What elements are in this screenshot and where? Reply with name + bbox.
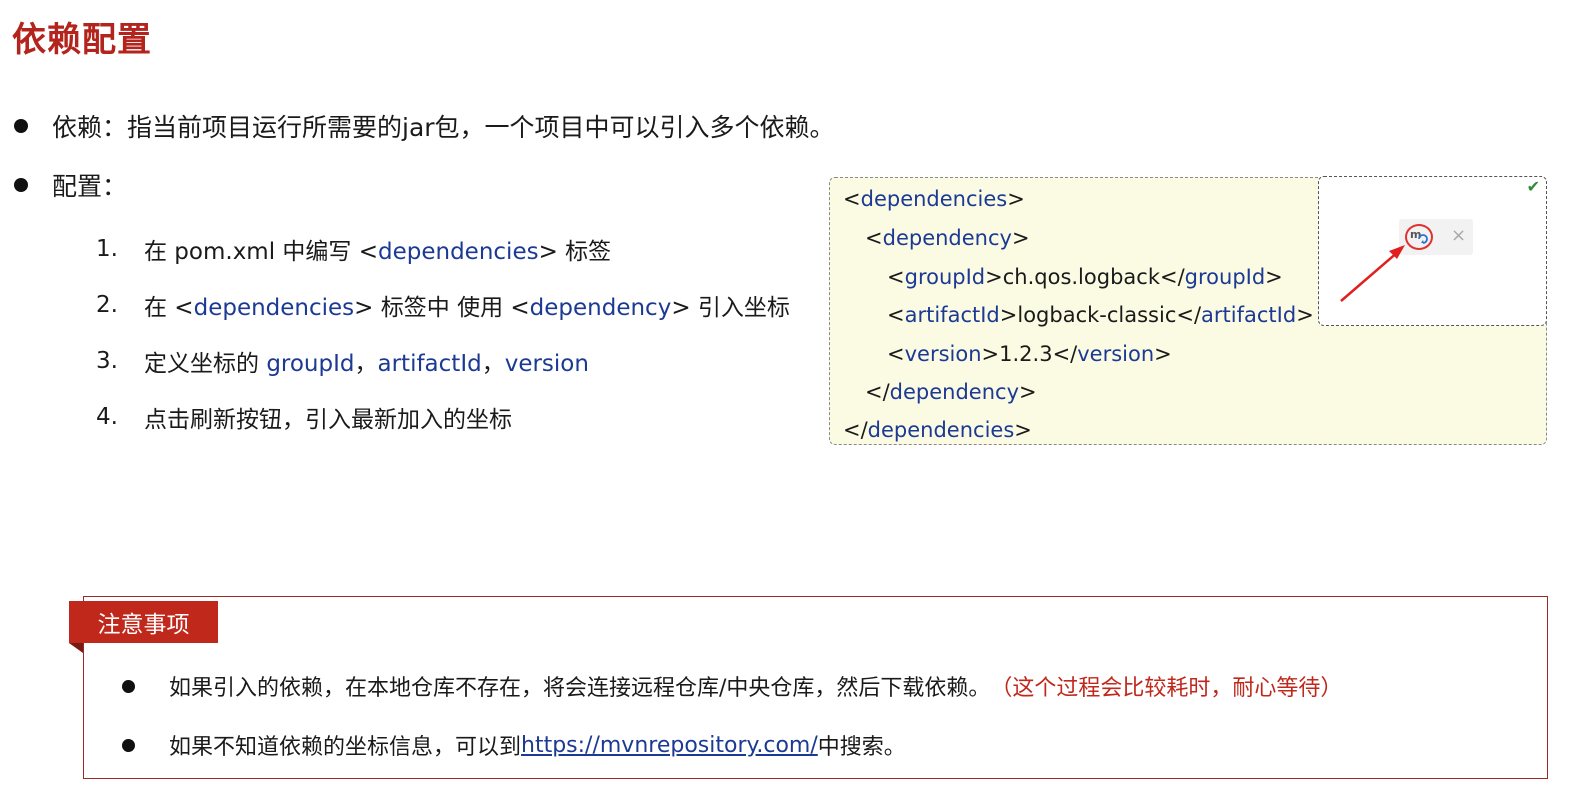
notice-text: 如果不知道依赖的坐标信息，可以到 (169, 735, 522, 760)
notice-text: 中搜索。 (817, 735, 906, 760)
pointer-arrow-icon (1340, 245, 1405, 302)
step-number: 3. (96, 348, 118, 374)
bullet-dot (14, 119, 28, 133)
step-item: 2. 在 <dependencies> 标签中 使用 <dependency> … (96, 277, 790, 333)
bullet-text: 依赖：指当前项目运行所需要的jar包，一个项目中可以引入多个依赖。 (52, 113, 835, 142)
notice-tag-fold (69, 643, 83, 653)
step-text: 在 <dependencies> 标签中 使用 <dependency> 引入坐… (144, 295, 790, 321)
step-item: 1. 在 pom.xml 中编写 <dependencies> 标签 (96, 221, 790, 277)
config-steps: 1. 在 pom.xml 中编写 <dependencies> 标签 2. 在 … (96, 221, 790, 445)
bullet-dot (122, 738, 135, 752)
step-text: 点击刷新按钮，引入最新加入的坐标 (144, 407, 512, 433)
check-icon: ✔ (1526, 177, 1540, 196)
notice-tag: 注意事项 (69, 601, 218, 643)
maven-popup: ✔ m × (1318, 176, 1547, 326)
step-text: 定义坐标的 groupId，artifactId，version (144, 351, 589, 377)
mvnrepository-link[interactable]: https://mvnrepository.com/ (521, 733, 818, 758)
step-item: 3. 定义坐标的 groupId，artifactId，version (96, 333, 790, 389)
step-number: 1. (96, 236, 118, 262)
close-icon[interactable]: × (1451, 225, 1466, 246)
bullet-dependency-definition: 依赖：指当前项目运行所需要的jar包，一个项目中可以引入多个依赖。 (14, 108, 835, 144)
step-number: 2. (96, 292, 118, 318)
bullet-text: 配置： (52, 172, 128, 201)
notice-item: 如果不知道依赖的坐标信息，可以到 https://mvnrepository.co… (122, 729, 906, 761)
notice-text: 如果引入的依赖，在本地仓库不存在，将会连接远程仓库/中央仓库，然后下载依赖。 (169, 676, 991, 701)
code-line: </dependencies> (843, 418, 1032, 442)
step-number: 4. (96, 404, 118, 430)
notice-item: 如果引入的依赖，在本地仓库不存在，将会连接远程仓库/中央仓库，然后下载依赖。 （这… (122, 670, 1342, 702)
bullet-dot (122, 679, 135, 693)
code-line: <dependency> (865, 226, 1030, 250)
step-item: 4. 点击刷新按钮，引入最新加入的坐标 (96, 389, 790, 445)
notice-emphasis: （这个过程会比较耗时，耐心等待） (990, 676, 1343, 701)
code-line: <version>1.2.3</version> (887, 342, 1172, 366)
bullet-dot (14, 178, 28, 192)
code-line: <groupId>ch.qos.logback</groupId> (887, 265, 1283, 289)
code-line: </dependency> (865, 380, 1037, 404)
bullet-config: 配置： (14, 167, 127, 203)
code-line: <dependencies> (843, 187, 1025, 211)
step-text: 在 pom.xml 中编写 <dependencies> 标签 (144, 239, 612, 265)
code-line: <artifactId>logback-classic</artifactId> (887, 303, 1314, 327)
page-title: 依赖配置 (12, 20, 152, 60)
